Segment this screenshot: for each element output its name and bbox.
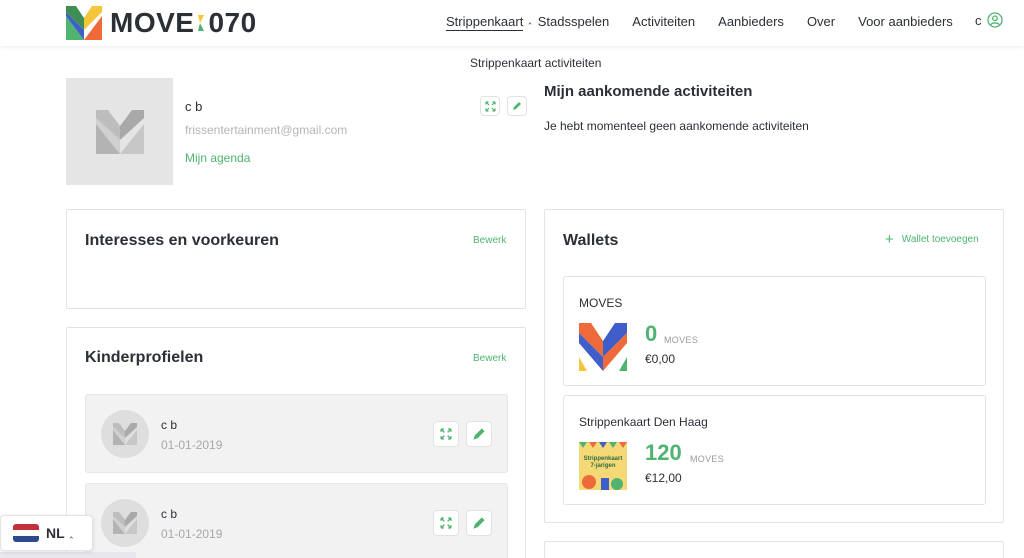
wallet-amount: 0 <box>645 321 658 346</box>
upcoming-title: Mijn aankomende activiteiten <box>544 83 753 100</box>
plus-icon: + <box>885 230 894 248</box>
moves-logo-icon <box>579 323 627 371</box>
nav-item-activiteiten[interactable]: Activiteiten <box>632 14 695 31</box>
dutch-flag-icon <box>13 524 39 542</box>
brand-logo[interactable]: MOVE 070 <box>66 5 257 41</box>
nav-item-strippenkaart[interactable]: Strippenkaart <box>446 14 524 31</box>
wallet-amount: 120 <box>645 440 682 465</box>
expand-arrows-icon <box>440 428 452 440</box>
nav-item-over[interactable]: Over <box>807 14 835 31</box>
user-account-icon <box>986 12 1003 28</box>
kid-name: c b <box>161 507 178 521</box>
pencil-icon <box>473 428 485 440</box>
main-nav: Strippenkaart ‸ Stadsspelen Activiteiten… <box>446 14 976 31</box>
wallet-euro-value: €0,00 <box>645 352 676 366</box>
kid-profile-item: c b 01-01-2019 <box>85 394 508 473</box>
nav-label: Strippenkaart <box>446 14 524 29</box>
wallet-name: MOVES <box>579 296 623 310</box>
nav-item-stadsspelen[interactable]: Stadsspelen <box>538 14 610 31</box>
brand-logo-icon <box>66 6 102 40</box>
wallet-unit: MOVES <box>664 335 699 345</box>
kid-move-button[interactable] <box>433 421 459 447</box>
avatar-placeholder-icon <box>95 109 144 154</box>
kid-birthdate: 01-01-2019 <box>161 527 223 541</box>
wallets-title: Wallets <box>563 232 619 249</box>
interests-title: Interesses en voorkeuren <box>85 232 279 249</box>
strippenkaart-badge-text: Strippenkaart 7-jarigen <box>583 456 623 469</box>
profile-avatar <box>66 78 173 185</box>
wallets-card: Wallets + Wallet toevoegen MOVES 0 MOVES… <box>544 209 1004 523</box>
add-wallet-label: Wallet toevoegen <box>901 234 979 245</box>
brand-name-left: MOVE <box>110 7 195 38</box>
interests-card: Interesses en voorkeuren Bewerk <box>66 209 526 309</box>
chevron-up-icon: ‸ <box>69 527 74 539</box>
brand-name-right: 070 <box>208 7 257 38</box>
kid-edit-button[interactable] <box>466 510 492 536</box>
profile-move-button[interactable] <box>480 96 500 116</box>
next-card <box>544 541 1004 558</box>
kid-name: c b <box>161 418 178 432</box>
upcoming-empty-text: Je hebt momenteel geen aankomende activi… <box>544 119 809 133</box>
nav-dropdown: Strippenkaart activiteiten <box>446 46 626 78</box>
site-header: MOVE 070 Strippenkaart ‸ Stadsspelen Act… <box>0 0 1024 46</box>
chevron-up-icon[interactable]: ‸ <box>528 14 531 31</box>
strippenkaart-badge: Strippenkaart 7-jarigen <box>579 442 627 490</box>
nav-item-voor-aanbieders[interactable]: Voor aanbieders <box>858 14 953 31</box>
nav-item-aanbieders[interactable]: Aanbieders <box>718 14 784 31</box>
language-bar-backdrop <box>0 552 136 558</box>
language-switcher[interactable]: NL ‸ <box>0 515 93 551</box>
kids-edit-link[interactable]: Bewerk <box>473 353 506 364</box>
interests-edit-link[interactable]: Bewerk <box>473 235 506 246</box>
wallet-name: Strippenkaart Den Haag <box>579 415 708 429</box>
expand-arrows-icon <box>440 517 452 529</box>
user-menu[interactable]: c <box>975 12 1003 28</box>
dropdown-item-strippenkaart-activiteiten[interactable]: Strippenkaart activiteiten <box>470 56 601 70</box>
kids-card: Kinderprofielen Bewerk c b 01-01-2019 c … <box>66 327 526 558</box>
pencil-icon <box>513 102 521 110</box>
avatar-placeholder-icon <box>113 423 137 445</box>
add-wallet-button[interactable]: + Wallet toevoegen <box>885 230 979 248</box>
agenda-link[interactable]: Mijn agenda <box>185 151 250 165</box>
kid-profile-item: c b 01-01-2019 <box>85 483 508 558</box>
profile-email: frissentertainment@gmail.com <box>185 123 348 137</box>
kid-avatar <box>101 499 149 547</box>
language-label: NL <box>46 525 65 541</box>
profile-edit-button[interactable] <box>507 96 527 116</box>
brand-slash-icon <box>196 13 206 33</box>
pencil-icon <box>473 517 485 529</box>
kid-birthdate: 01-01-2019 <box>161 438 223 452</box>
wallet-item-strippenkaart[interactable]: Strippenkaart Den Haag Strippenkaart 7-j… <box>563 395 986 505</box>
wallet-unit: MOVES <box>690 454 725 464</box>
kid-move-button[interactable] <box>433 510 459 536</box>
wallet-euro-value: €12,00 <box>645 471 682 485</box>
kids-title: Kinderprofielen <box>85 349 204 366</box>
kid-avatar <box>101 410 149 458</box>
wallet-item-moves[interactable]: MOVES 0 MOVES €0,00 <box>563 276 986 386</box>
kid-edit-button[interactable] <box>466 421 492 447</box>
expand-arrows-icon <box>484 100 496 112</box>
user-label: c <box>975 12 982 28</box>
profile-name: c b <box>185 99 203 114</box>
avatar-placeholder-icon <box>113 512 137 534</box>
